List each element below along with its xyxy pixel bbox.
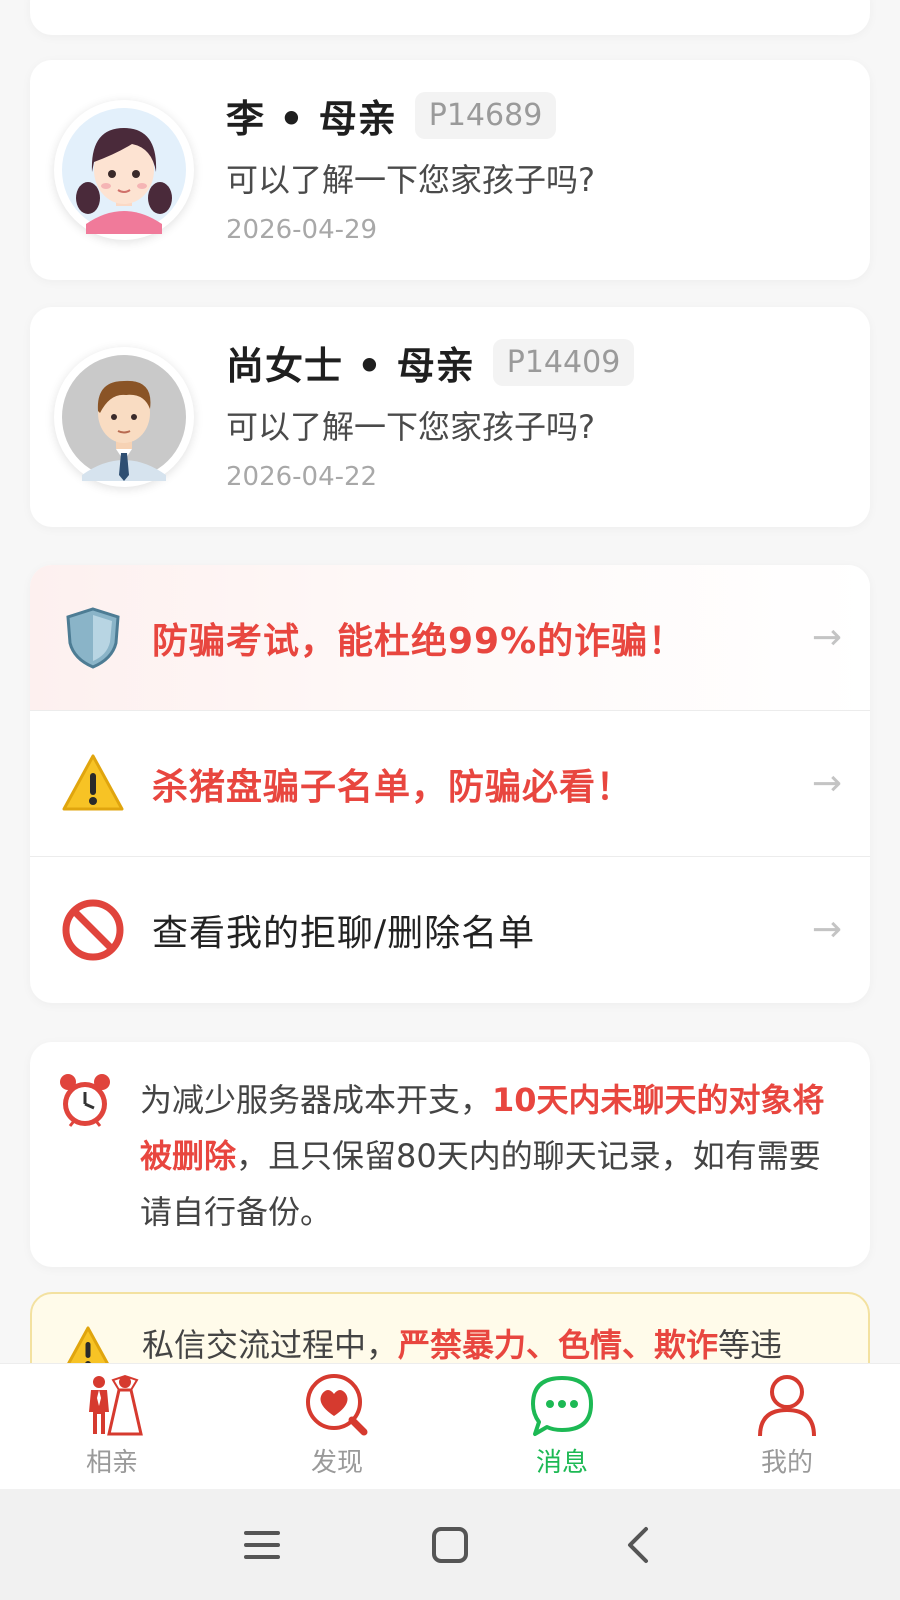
notice-text-part: ，且只保留80天内的聊天记录，如有需要请自行备份。 xyxy=(140,1137,821,1231)
safety-links-list: 防骗考试，能杜绝99%的诈骗！ → 杀猪盘骗子名单，防骗必看！ → 查看我的拒聊… xyxy=(30,565,870,1003)
alarm-clock-icon xyxy=(56,1072,114,1130)
contact-name: 李 • 母亲 xyxy=(226,97,397,141)
message-card-partial[interactable] xyxy=(30,0,870,35)
menu-icon[interactable] xyxy=(234,1517,290,1573)
nav-label: 我的 xyxy=(760,1448,813,1478)
message-card[interactable]: 李 • 母亲 P14689 可以了解一下您家孩子吗? 2026-04-29 xyxy=(30,60,870,280)
nav-label: 相亲 xyxy=(85,1448,138,1478)
message-date: 2026-04-29 xyxy=(226,215,378,245)
system-nav-bar xyxy=(0,1489,900,1600)
warning-icon xyxy=(60,751,126,817)
notice-text-part: 为减少服务器成本开支， xyxy=(140,1081,493,1119)
prohibited-icon xyxy=(60,897,126,963)
nav-item-discover[interactable]: 发现 xyxy=(257,1372,417,1488)
arrow-right-icon: → xyxy=(811,909,842,950)
avatar[interactable] xyxy=(54,347,194,487)
nav-label: 发现 xyxy=(310,1448,363,1478)
profile-id-badge: P14409 xyxy=(492,339,635,386)
warning-text-part: 私信交流过程中， xyxy=(142,1326,399,1364)
arrow-right-icon: → xyxy=(811,617,842,658)
link-label: 防骗考试，能杜绝99%的诈骗！ xyxy=(152,620,686,662)
retention-notice: 为减少服务器成本开支，10天内未聊天的对象将被删除，且只保留80天内的聊天记录，… xyxy=(30,1042,870,1267)
anti-fraud-exam-link[interactable]: 防骗考试，能杜绝99%的诈骗！ → xyxy=(30,565,870,710)
message-card[interactable]: 尚女士 • 母亲 P14409 可以了解一下您家孩子吗? 2026-04-22 xyxy=(30,307,870,527)
arrow-right-icon: → xyxy=(811,763,842,804)
back-icon[interactable] xyxy=(610,1517,666,1573)
message-preview: 可以了解一下您家孩子吗? xyxy=(226,161,595,199)
notice-text: 为减少服务器成本开支，10天内未聊天的对象将被删除，且只保留80天内的聊天记录，… xyxy=(140,1072,840,1240)
man-avatar-icon xyxy=(62,355,186,481)
chat-bubble-icon xyxy=(531,1376,593,1436)
link-label: 查看我的拒聊/删除名单 xyxy=(152,912,536,954)
couple-icon xyxy=(89,1374,143,1436)
warning-text-part: 等违 xyxy=(718,1326,783,1364)
contact-name: 尚女士 • 母亲 xyxy=(226,344,475,388)
avatar[interactable] xyxy=(54,100,194,240)
message-preview: 可以了解一下您家孩子吗? xyxy=(226,408,595,446)
nav-item-me[interactable]: 我的 xyxy=(707,1372,867,1488)
warning-highlight: 严禁暴力、色情、欺诈 xyxy=(398,1326,719,1364)
profile-id-badge: P14689 xyxy=(414,92,557,139)
shield-icon xyxy=(60,605,126,671)
girl-avatar-icon xyxy=(62,108,186,234)
blocked-list-link[interactable]: 查看我的拒聊/删除名单 → xyxy=(30,857,870,1002)
person-icon xyxy=(758,1375,816,1437)
nav-item-matchmaking[interactable]: 相亲 xyxy=(32,1372,192,1488)
home-icon[interactable] xyxy=(422,1517,478,1573)
message-date: 2026-04-22 xyxy=(226,462,378,492)
bottom-nav: 相亲 发现 消息 我的 xyxy=(0,1363,900,1489)
scammer-list-link[interactable]: 杀猪盘骗子名单，防骗必看！ → xyxy=(30,711,870,856)
nav-item-messages[interactable]: 消息 xyxy=(482,1372,642,1488)
discover-heart-icon xyxy=(306,1374,368,1436)
nav-label: 消息 xyxy=(535,1448,588,1478)
link-label: 杀猪盘骗子名单，防骗必看！ xyxy=(152,766,634,808)
